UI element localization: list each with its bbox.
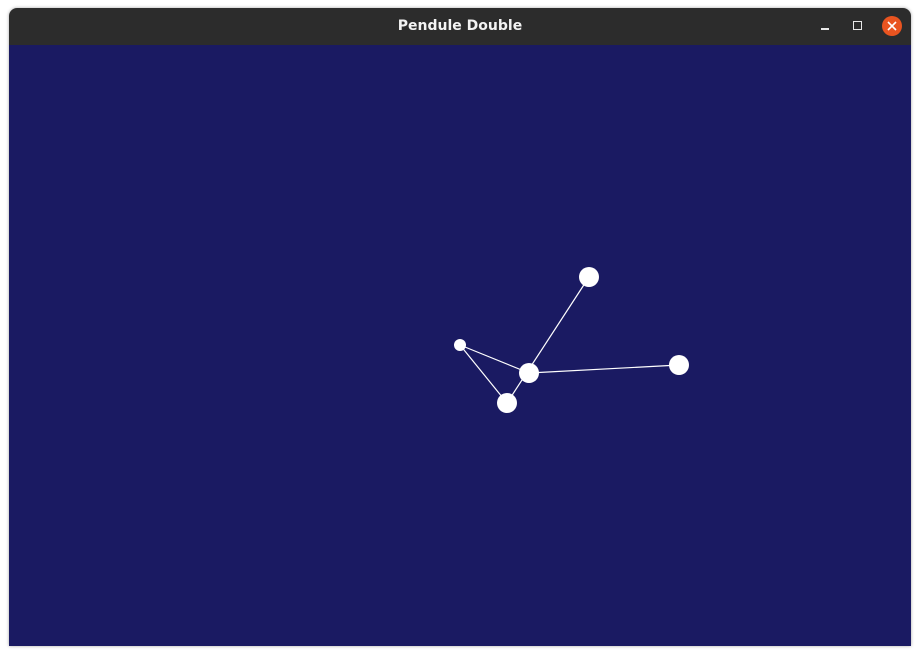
close-icon xyxy=(887,21,897,31)
minimize-button[interactable] xyxy=(815,16,835,36)
pendulum-a-bob-2 xyxy=(579,267,599,287)
pendulum-b-rod-2 xyxy=(528,364,680,374)
simulation-canvas xyxy=(9,45,911,646)
pivot-point xyxy=(454,339,466,351)
window-title: Pendule Double xyxy=(397,18,523,34)
pendulum-b-bob-1 xyxy=(519,363,539,383)
pendulum-b-bob-2 xyxy=(669,355,689,375)
pendulum-a-rod-1 xyxy=(459,344,508,404)
maximize-button[interactable] xyxy=(848,16,868,36)
pendulum-drawing xyxy=(454,267,689,413)
pendulum-a-rod-2 xyxy=(506,276,590,404)
pendulum-b-rod-1 xyxy=(459,344,530,374)
app-window: Pendule Double xyxy=(9,8,911,646)
pendulum-a-bob-1 xyxy=(497,393,517,413)
title-bar[interactable]: Pendule Double xyxy=(9,8,911,45)
close-button[interactable] xyxy=(882,16,902,36)
